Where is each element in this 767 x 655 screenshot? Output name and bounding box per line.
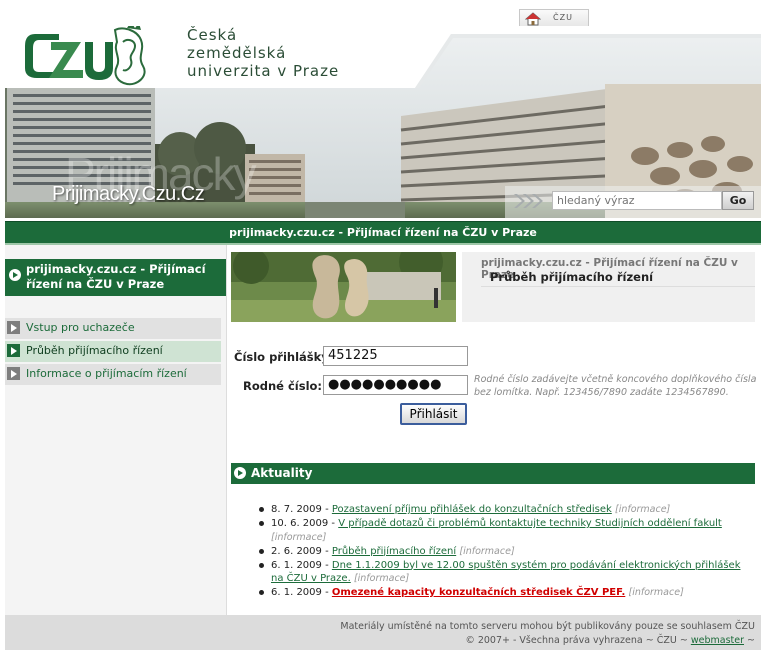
birth-number-field[interactable]: ●●●●●●●●●● (323, 375, 468, 395)
news-link[interactable]: Dne 1.1.2009 byl ve 12.00 spuštěn systém… (271, 560, 741, 585)
news-link[interactable]: Průběh přijímacího řízení (332, 546, 456, 557)
campus-photo (231, 252, 456, 322)
news-tag: [informace] (459, 545, 515, 557)
bullet-arrow-icon (234, 467, 246, 479)
news-heading-text: Aktuality (251, 466, 313, 480)
application-number-label: Číslo přihlášky: (234, 350, 334, 364)
footer-notice: Materiály umístěné na tomto serveru moho… (340, 621, 755, 632)
sidebar-item-label: Průběh přijímacího řízení (26, 344, 163, 357)
news-date: 6. 1. 2009 - (271, 587, 329, 598)
sidebar-heading-text: prijimacky.czu.cz - Přijímací řízení na … (26, 262, 206, 291)
news-tag: [informace] (353, 573, 410, 584)
university-name-line3: univerzita v Praze (187, 62, 340, 80)
sidebar-item-label: Informace o přijímacím řízení (26, 367, 187, 380)
footer-suffix: ~ (747, 635, 755, 646)
sidebar-item-prubeh[interactable]: Průběh přijímacího řízení (5, 341, 221, 362)
sidebar-item-informace[interactable]: Informace o přijímacím řízení (5, 364, 221, 385)
webmaster-link[interactable]: webmaster (691, 635, 744, 646)
footer-copyright-text: © 2007+ - Všechna práva vyhrazena ~ ČZU … (465, 635, 688, 646)
footer: Materiály umístěné na tomto serveru moho… (5, 615, 761, 650)
news-tag: [informace] (271, 531, 327, 543)
list-item: 6. 1. 2009 - Dne 1.1.2009 byl ve 12.00 s… (259, 559, 749, 586)
page-title-bar: prijimacky.czu.cz - Přijímací řízení na … (5, 221, 761, 245)
university-name: Česká zemědělská univerzita v Praze (187, 26, 339, 80)
list-item: 8. 7. 2009 - Pozastavení příjmu přihláše… (259, 503, 749, 517)
nav-arrow-icon (7, 344, 20, 357)
news-link[interactable]: Omezené kapacity konzultačních středisek… (332, 587, 625, 598)
breadcrumb: prijimacky.czu.cz - Přijímací řízení na … (462, 252, 755, 322)
news-link[interactable]: V případě dotazů či problémů kontaktujte… (338, 518, 722, 529)
header: Česká zemědělská univerzita v Praze Prij… (5, 26, 761, 218)
list-item: 2. 6. 2009 - Průběh přijímacího řízení [… (259, 545, 749, 559)
home-tab-label: ČZU (553, 13, 573, 22)
home-icon (525, 12, 541, 26)
search-input[interactable] (552, 191, 722, 210)
news-date: 10. 6. 2009 - (271, 518, 336, 529)
application-number-field[interactable]: 451225 (323, 346, 468, 366)
news-date: 8. 7. 2009 - (271, 504, 329, 515)
site-title: Prijimacky.Czu.Cz (52, 183, 205, 205)
bullet-arrow-icon (9, 269, 21, 281)
birth-number-hint: Rodné číslo zadávejte včetně koncového d… (474, 374, 757, 398)
news-list: 8. 7. 2009 - Pozastavení příjmu přihláše… (259, 503, 749, 600)
list-item: 6. 1. 2009 - Omezené kapacity konzultačn… (259, 586, 749, 600)
breadcrumb-divider (481, 286, 755, 287)
sidebar-item-vstup[interactable]: Vstup pro uchazeče (5, 318, 221, 339)
sidebar: prijimacky.czu.cz - Přijímací řízení na … (5, 245, 227, 615)
university-name-line2: zemědělská (187, 44, 287, 62)
university-logo (25, 26, 146, 86)
breadcrumb-title: Průběh přijímacího řízení (490, 270, 654, 284)
sidebar-item-label: Vstup pro uchazeče (26, 321, 135, 334)
news-tag: [informace] (628, 587, 684, 598)
birth-number-label: Rodné číslo: (243, 379, 323, 393)
nav-arrow-icon (7, 321, 20, 334)
news-date: 6. 1. 2009 - (271, 559, 329, 571)
news-link[interactable]: Pozastavení příjmu přihlášek do konzulta… (332, 504, 612, 515)
news-tag: [informace] (614, 504, 671, 515)
university-name-line1: Česká (187, 26, 238, 44)
search-go-button[interactable]: Go (722, 191, 754, 210)
footer-copyright: © 2007+ - Všechna práva vyhrazena ~ ČZU … (5, 634, 755, 648)
login-button[interactable]: Přihlásit (400, 403, 467, 425)
sidebar-heading: prijimacky.czu.cz - Přijímací řízení na … (5, 259, 226, 296)
news-heading: Aktuality (231, 463, 755, 484)
nav-arrow-icon (7, 367, 20, 380)
news-date: 2. 6. 2009 - (271, 545, 329, 557)
list-item: 10. 6. 2009 - V případě dotazů či problé… (259, 517, 749, 544)
